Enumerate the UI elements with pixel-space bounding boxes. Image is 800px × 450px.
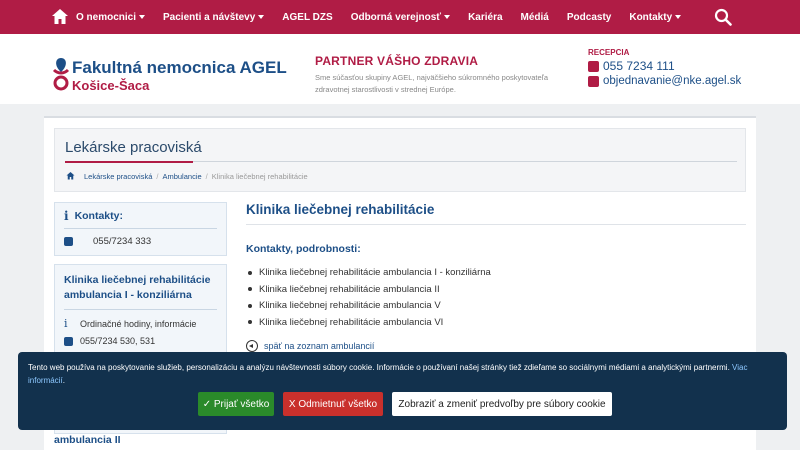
bullet-icon	[248, 270, 252, 275]
contacts-box: i Kontakty: 055/7234 333	[54, 202, 227, 256]
breadcrumb: Lekárske pracoviská / Ambulancie / Klini…	[65, 171, 308, 181]
nav-item-label: AGEL DZS	[282, 11, 333, 23]
partner-description: Sme súčasťou skupiny AGEL, najväčšieho s…	[315, 73, 549, 94]
heading-divider	[246, 224, 746, 225]
phone-icon	[588, 60, 599, 72]
nav-item-o-nemocnici[interactable]: O nemocnici	[76, 11, 146, 23]
bullet-icon	[248, 320, 252, 324]
nav-item-label: Médiá	[520, 11, 549, 23]
list-item-link[interactable]: Klinika liečebnej rehabilitácie ambulanc…	[259, 317, 443, 328]
nav-item-label: Odborná verejnosť	[350, 11, 442, 23]
reception-label: RECEPCIA	[588, 48, 630, 57]
info-icon: i	[64, 317, 68, 330]
nav-item-odborna-verejnost[interactable]: Odborná verejnosť	[350, 11, 451, 23]
breadcrumb-link-pracoviska[interactable]: Lekárske pracoviská	[84, 172, 152, 181]
bullet-icon	[248, 303, 252, 308]
nav-item-label: Podcasty	[566, 11, 612, 23]
list-item[interactable]: Klinika liečebnej rehabilitácie ambulanc…	[246, 300, 746, 311]
nav-item-agel-dzs[interactable]: AGEL DZS	[282, 12, 332, 23]
breadcrumb-separator: /	[156, 171, 159, 181]
list-item-link[interactable]: Klinika liečebnej rehabilitácie ambulanc…	[259, 300, 441, 311]
chevron-down-icon	[139, 15, 146, 19]
breadcrumb-link-ambulancie[interactable]: Ambulancie	[162, 172, 201, 181]
back-link[interactable]: späť na zoznam ambulancií	[246, 339, 746, 352]
breadcrumb-separator: /	[205, 171, 208, 181]
phone-icon	[64, 237, 73, 246]
accept-all-button[interactable]: ✓ Prijať všetko	[198, 392, 274, 416]
phone-icon	[64, 336, 73, 346]
cookie-consent-bar: Tento web používa na poskytovanie služie…	[18, 352, 787, 430]
contacts-phone[interactable]: 055/7234 333	[93, 236, 151, 247]
title-accent-bar	[65, 161, 193, 163]
site-header: Fakultná nemocnica AGEL Košice-Šaca PART…	[0, 34, 800, 104]
reception-email-row[interactable]: objednavanie@nke.agel.sk	[588, 75, 798, 87]
reception-phone[interactable]: 055 7234 111	[603, 59, 675, 73]
clinic-title: Klinika liečebnej rehabilitácie ambulanc…	[64, 274, 211, 301]
contacts-title: Kontakty:	[74, 210, 123, 222]
list-item-link[interactable]: Klinika liečebnej rehabilitácie ambulanc…	[259, 284, 440, 295]
nav-item-label: Kariéra	[468, 11, 503, 23]
nav-item-label: Pacienti a návštevy	[163, 11, 256, 23]
nav-item-label: O nemocnici	[76, 11, 137, 23]
next-clinic-title: ambulancia II	[54, 434, 121, 446]
nav-item-podcasty[interactable]: Podcasty	[567, 12, 611, 23]
divider	[64, 228, 217, 229]
contacts-phone-row: 055/7234 333	[64, 236, 217, 247]
logo-name: Fakultná nemocnica AGEL	[72, 58, 287, 77]
hospital-logo[interactable]: Fakultná nemocnica AGEL Košice-Šaca	[52, 56, 287, 96]
chevron-down-icon	[258, 15, 265, 19]
clinic-phone-row: 055/7234 530, 531	[64, 336, 217, 346]
contacts-heading: i Kontakty:	[64, 209, 217, 223]
reception-block: RECEPCIA 055 7234 111 objednavanie@nke.a…	[588, 48, 798, 87]
main-heading: Klinika liečebnej rehabilitácie	[246, 202, 435, 217]
info-icon: i	[64, 209, 69, 223]
cookie-preferences-button[interactable]: Zobraziť a zmeniť predvoľby pre súbory c…	[392, 392, 612, 416]
cookie-message: Tento web používa na poskytovanie služie…	[28, 363, 730, 372]
partner-block: PARTNER VÁŠHO ZDRAVIA Sme súčasťou skupi…	[315, 54, 565, 96]
nav-item-media[interactable]: Médiá	[521, 12, 549, 23]
nav-item-pacienti[interactable]: Pacienti a návštevy	[163, 11, 265, 23]
bullet-icon	[248, 287, 252, 291]
search-icon[interactable]	[714, 8, 732, 26]
envelope-icon	[588, 75, 599, 87]
reception-email[interactable]: objednavanie@nke.agel.sk	[603, 75, 741, 87]
back-arrow-icon	[246, 339, 258, 352]
main-subheading: Kontakty, podrobnosti:	[246, 243, 361, 255]
nav-items: O nemocnici Pacienti a návštevy AGEL DZS…	[76, 0, 699, 34]
cookie-text: Tento web používa na poskytovanie služie…	[28, 363, 748, 385]
page-title: Lekárske pracoviská	[65, 139, 202, 156]
top-navigation: O nemocnici Pacienti a návštevy AGEL DZS…	[0, 0, 800, 34]
list-item[interactable]: Klinika liečebnej rehabilitácie ambulanc…	[246, 284, 746, 295]
home-icon[interactable]	[50, 7, 70, 27]
clinic-hours-link[interactable]: Ordinačné hodiny, informácie	[80, 319, 196, 329]
partner-title: PARTNER VÁŠHO ZDRAVIA	[315, 54, 479, 68]
divider	[64, 309, 217, 310]
nav-item-kontakty[interactable]: Kontakty	[629, 11, 682, 23]
main-content: Klinika liečebnej rehabilitácie Kontakty…	[246, 202, 746, 352]
logo-city: Košice-Šaca	[72, 78, 150, 93]
clinic-phone[interactable]: 055/7234 530, 531	[80, 336, 155, 346]
breadcrumb-current: Klinika liečebnej rehabilitácie	[211, 171, 308, 181]
logo-mark-icon	[52, 58, 70, 91]
list-item[interactable]: Klinika liečebnej rehabilitácie ambulanc…	[246, 317, 746, 328]
nav-item-kariera[interactable]: Kariéra	[468, 12, 502, 23]
ambulance-list: Klinika liečebnej rehabilitácie ambulanc…	[246, 267, 746, 328]
chevron-down-icon	[444, 15, 451, 19]
list-item[interactable]: Klinika liečebnej rehabilitácie ambulanc…	[246, 267, 746, 278]
list-item-link[interactable]: Klinika liečebnej rehabilitácie ambulanc…	[259, 267, 491, 278]
home-icon[interactable]	[65, 171, 76, 181]
clinic-hours-row[interactable]: i Ordinačné hodiny, informácie	[64, 317, 217, 330]
page-header: Lekárske pracoviská Lekárske pracoviská …	[54, 128, 746, 192]
nav-item-label: Kontakty	[629, 11, 673, 23]
reject-all-button[interactable]: X Odmietnuť všetko	[283, 392, 383, 416]
reception-phone-row[interactable]: 055 7234 111	[588, 59, 798, 73]
back-link-label[interactable]: späť na zoznam ambulancií	[264, 341, 374, 351]
chevron-down-icon	[675, 15, 682, 19]
